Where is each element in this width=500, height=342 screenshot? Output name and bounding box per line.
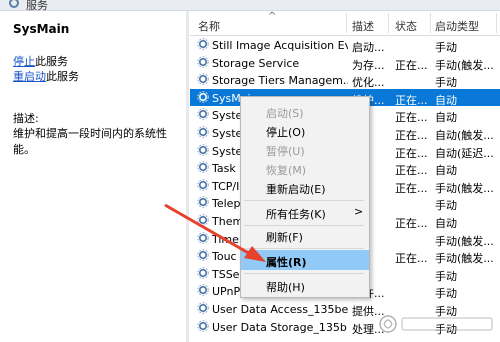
service-startup-cell: 自动 — [435, 217, 457, 230]
service-desc-cell: 为存... — [352, 58, 384, 72]
service-status-cell: 正在... — [395, 181, 428, 195]
service-detail-panel: SysMain 停止此服务 重启动此服务 描述: 维护和提高一段时间内的系统性能… — [0, 11, 186, 342]
service-status-cell: 正在... — [395, 164, 428, 178]
column-divider[interactable] — [430, 13, 431, 33]
menu-separator — [244, 273, 364, 274]
menu-item-resume[interactable]: 恢复(M) — [241, 158, 369, 178]
column-header-status[interactable]: 状态 — [395, 18, 417, 34]
selected-service-name: SysMain — [13, 22, 70, 36]
service-startup-cell: 自动 — [435, 93, 457, 107]
service-startup-cell: 自动 — [435, 111, 457, 125]
service-startup-cell: 手动(触发... — [435, 181, 494, 195]
service-status-cell: 正在... — [395, 111, 428, 125]
description-text: 维护和提高一段时间内的系统性能。 — [13, 127, 167, 156]
menu-item-properties[interactable]: 属性(R) — [241, 250, 369, 270]
menu-item-help[interactable]: 帮助(H) — [241, 275, 369, 295]
restart-service-link[interactable]: 重启动 — [13, 70, 46, 83]
service-name-cell: Storage Tiers Managem... — [212, 74, 348, 88]
restart-service-suffix: 此服务 — [46, 70, 79, 83]
stop-service-suffix: 此服务 — [35, 55, 68, 68]
service-desc-cell: 启动... — [352, 41, 384, 54]
service-status-cell: 正在... — [395, 93, 428, 107]
service-name-cell: Storage Service — [212, 56, 300, 70]
service-gear-icon — [197, 249, 209, 261]
service-gear-icon — [197, 231, 209, 244]
menu-item-restart[interactable]: 重新启动(E) — [241, 177, 369, 197]
list-header: 名称 描述 状态 启动类型 — [190, 11, 500, 36]
menu-item-start[interactable]: 启动(S) — [241, 101, 369, 121]
service-status-cell: 正在... — [395, 252, 428, 266]
service-startup-cell: 自动 — [435, 164, 457, 178]
table-row[interactable]: Still Image Acquisition Ev... 启动... 手动 — [190, 36, 500, 54]
service-gear-icon — [197, 91, 209, 103]
service-gear-icon — [197, 55, 209, 68]
service-startup-cell: 手动 — [435, 269, 457, 283]
service-desc-cell: 优化... — [352, 76, 384, 90]
stop-service-line: 停止此服务 — [13, 53, 68, 69]
service-startup-cell: 自动(触发... — [435, 129, 494, 142]
service-name-cell: User Data Storage_135b... — [212, 320, 348, 334]
service-status-cell: 正在... — [395, 146, 428, 160]
service-gear-icon — [197, 196, 209, 209]
sort-ascending-icon: ^ — [268, 11, 277, 22]
stop-service-link[interactable]: 停止 — [13, 55, 35, 68]
service-gear-icon — [197, 319, 209, 332]
service-startup-cell: 手动 — [435, 287, 457, 301]
service-gear-icon — [197, 126, 209, 138]
description-label: 描述: — [13, 112, 39, 125]
submenu-arrow-icon: > — [354, 205, 364, 218]
menu-item-pause[interactable]: 暂停(U) — [241, 139, 369, 159]
service-name-cell: Still Image Acquisition Ev... — [212, 39, 348, 52]
service-gear-icon — [197, 38, 209, 50]
service-startup-cell: 手动 — [435, 76, 457, 90]
service-startup-cell: 手动(触发... — [435, 58, 494, 72]
table-row[interactable]: Storage Tiers Managem... 优化... 手动 — [190, 71, 500, 90]
service-status-cell: 正在... — [395, 58, 428, 72]
menu-item-stop[interactable]: 停止(O) — [241, 120, 369, 140]
services-gear-icon — [9, 0, 19, 8]
column-header-name[interactable]: 名称 — [198, 18, 220, 34]
column-header-desc[interactable]: 描述 — [352, 18, 374, 34]
service-status-cell: 正在... — [395, 129, 428, 142]
service-status-cell: 正在... — [395, 217, 428, 230]
service-startup-cell: 手动(触发... — [435, 252, 494, 266]
menu-item-refresh[interactable]: 刷新(F) — [241, 225, 369, 245]
service-startup-cell: 手动 — [435, 41, 457, 54]
service-gear-icon — [197, 161, 209, 173]
panel-divider — [186, 11, 189, 342]
context-menu: 启动(S) 停止(O) 暂停(U) 恢复(M) 重新启动(E) 所有任务(K) >… — [240, 96, 370, 298]
column-divider[interactable] — [346, 13, 347, 33]
watermark-logo — [379, 315, 493, 333]
service-startup-cell: 自动(延迟... — [435, 146, 494, 160]
service-startup-cell: 手动 — [435, 199, 457, 213]
service-gear-icon — [197, 73, 209, 85]
service-gear-icon — [197, 267, 209, 279]
window-title-bar: 服务 — [0, 0, 500, 12]
service-name-cell: User Data Access_135be... — [212, 303, 348, 316]
service-gear-icon — [197, 214, 209, 226]
menu-item-all-tasks[interactable]: 所有任务(K) > — [241, 202, 369, 222]
column-divider[interactable] — [496, 13, 497, 33]
column-divider[interactable] — [388, 13, 389, 33]
restart-service-line: 重启动此服务 — [13, 68, 79, 84]
table-row[interactable]: Storage Service 为存... 正在... 手动(触发... — [190, 54, 500, 72]
menu-separator — [244, 200, 364, 201]
service-gear-icon — [197, 284, 209, 297]
service-startup-cell: 手动(触发... — [435, 234, 494, 248]
service-gear-icon — [197, 143, 209, 156]
service-gear-icon — [197, 302, 209, 314]
service-gear-icon — [197, 108, 209, 121]
service-gear-icon — [197, 179, 209, 191]
menu-separator — [244, 248, 364, 249]
column-header-startup[interactable]: 启动类型 — [435, 18, 479, 34]
